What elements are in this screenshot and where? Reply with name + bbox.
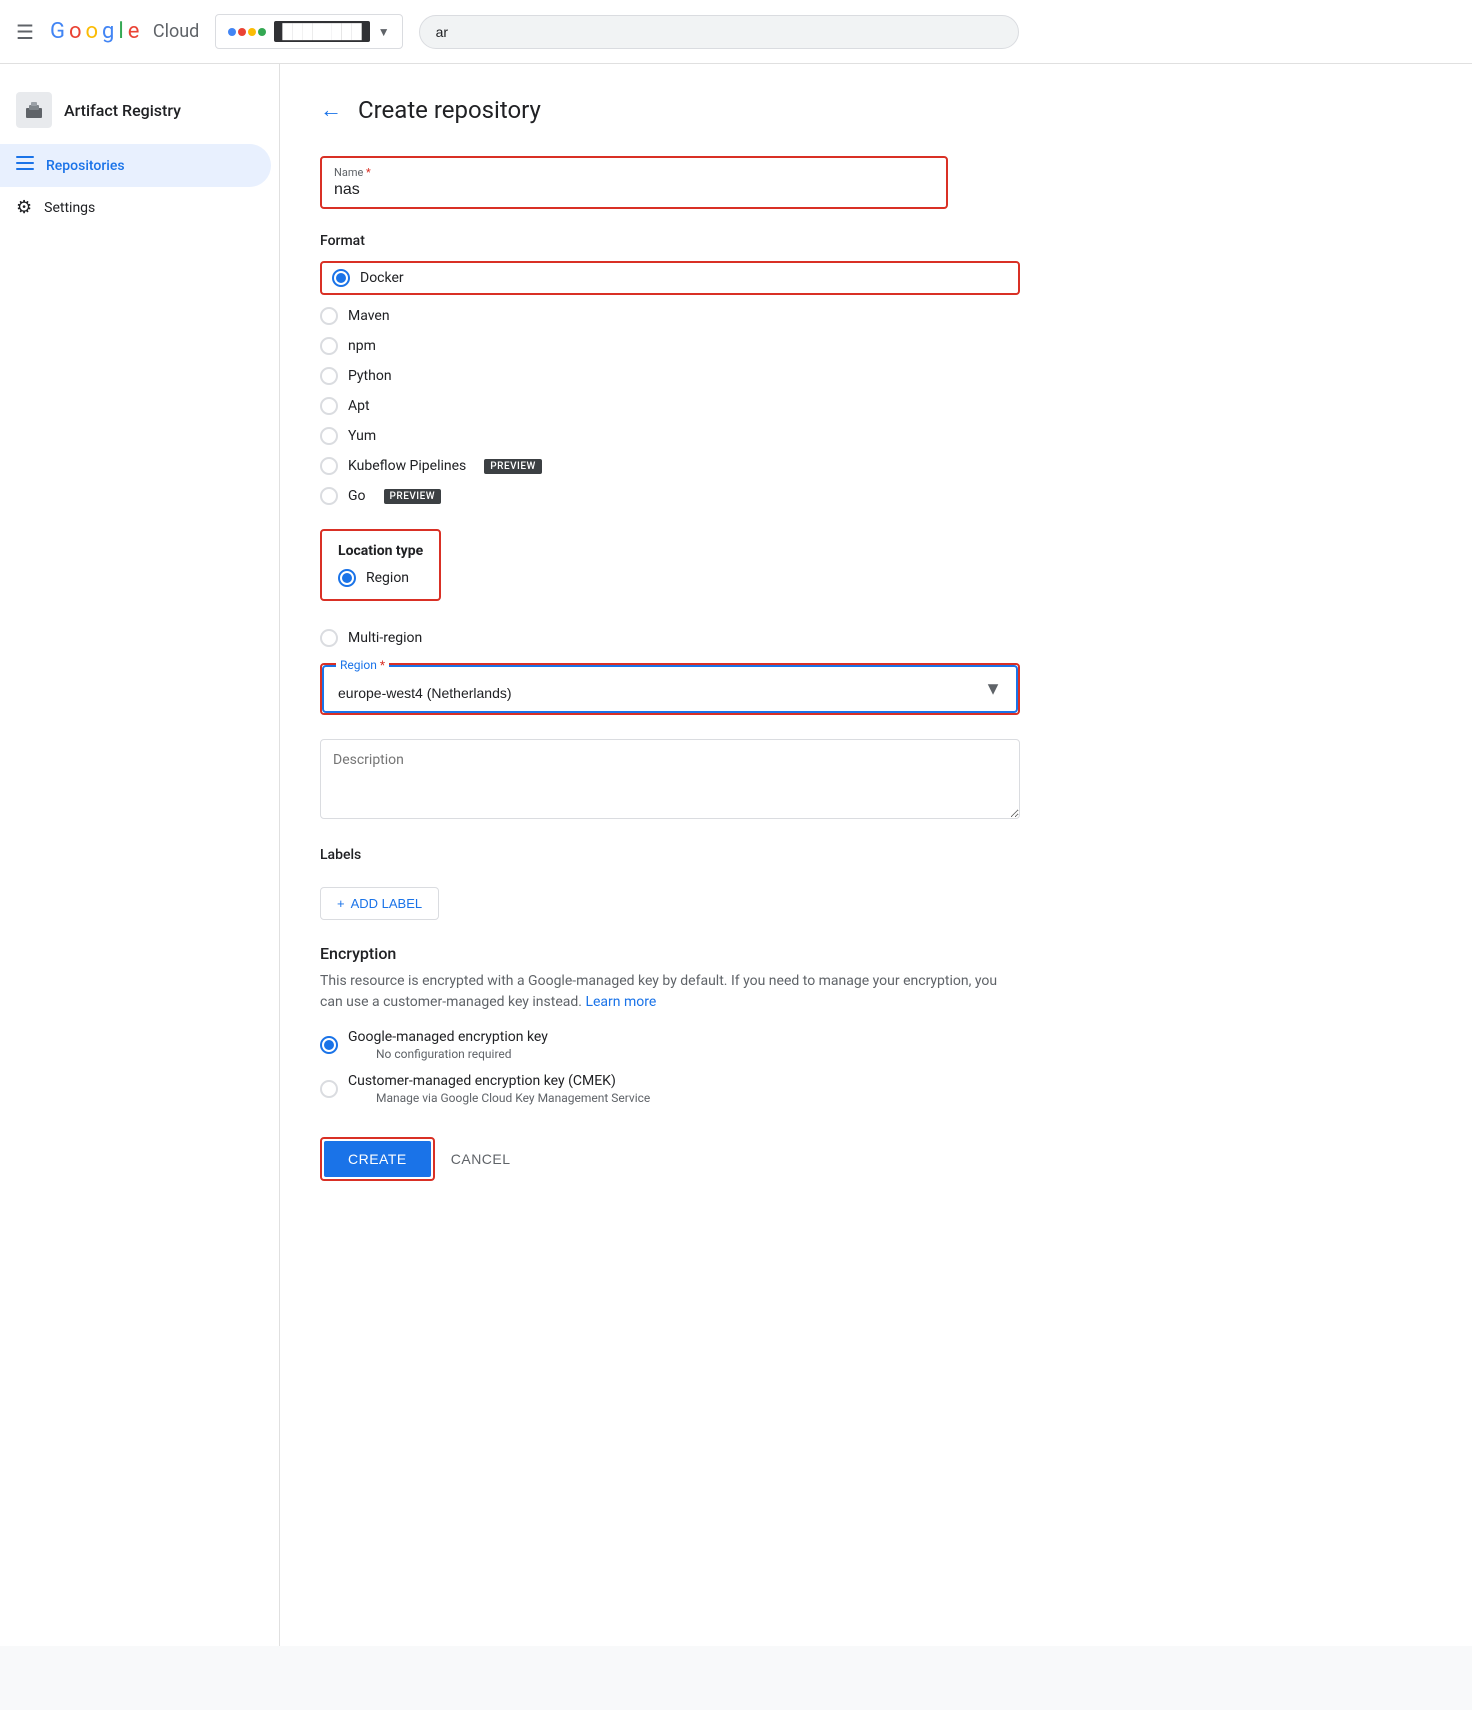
format-radio-group: Docker Maven npm Python [320,261,1020,505]
cmek-label: Customer-managed encryption key (CMEK) [348,1073,650,1089]
sidebar-title: Artifact Registry [64,101,181,120]
learn-more-link[interactable]: Learn more [585,994,656,1010]
sidebar-item-settings[interactable]: ⚙ Settings [0,187,271,228]
google-logo: Google Cloud [50,19,199,44]
repositories-icon [16,154,34,177]
labels-label: Labels [320,847,1020,863]
npm-label: npm [348,338,376,354]
cmek-radio [320,1080,338,1098]
region-select[interactable]: europe-west4 (Netherlands) us-central1 (… [324,667,1016,711]
docker-radio-circle [332,269,350,287]
project-name: ████████ [274,21,369,42]
region-select-container: Region * europe-west4 (Netherlands) us-c… [322,665,1018,713]
labels-section: Labels + ADD LABEL [320,847,1020,920]
location-type-title: Location type [338,543,423,559]
sidebar-item-repositories[interactable]: Repositories [0,144,271,187]
sidebar-settings-label: Settings [44,200,95,216]
main-content: ← Create repository Name * Format Docker [280,64,1472,1646]
create-button[interactable]: CREATE [324,1141,431,1177]
encryption-section: Encryption This resource is encrypted wi… [320,944,1020,1105]
name-field-label: Name * [334,166,934,179]
format-option-docker[interactable]: Docker [320,261,1020,295]
go-preview-badge: PREVIEW [384,489,442,504]
sidebar-header: Artifact Registry [0,80,279,144]
encryption-option-google[interactable]: Google-managed encryption key No configu… [320,1029,1020,1061]
format-label: Format [320,233,1020,249]
apt-label: Apt [348,398,370,414]
apt-radio-circle [320,397,338,415]
back-button[interactable]: ← [320,97,342,123]
add-label-plus-icon: + [337,896,345,911]
sidebar: Artifact Registry Repositories ⚙ Setting… [0,64,280,1646]
format-option-go[interactable]: Go PREVIEW [320,487,1020,505]
create-button-wrapper: CREATE [320,1137,435,1181]
region-wrapper: Region * europe-west4 (Netherlands) us-c… [320,663,1020,715]
name-field-wrapper: Name * [320,156,948,209]
encryption-title: Encryption [320,944,1020,963]
kubeflow-label: Kubeflow Pipelines [348,458,466,474]
project-selector[interactable]: ████████ ▼ [215,14,402,49]
project-dots [228,28,266,36]
dropdown-arrow-icon: ▼ [378,25,390,39]
topbar: ☰ Google Cloud ████████ ▼ [0,0,1472,64]
format-option-npm[interactable]: npm [320,337,1020,355]
page-title: Create repository [358,96,541,124]
kubeflow-radio-circle [320,457,338,475]
location-type-wrapper: Location type Region [320,529,441,601]
description-textarea[interactable] [320,739,1020,819]
name-input[interactable] [334,181,934,199]
region-radio-circle [338,569,356,587]
multiregion-label: Multi-region [348,630,422,646]
yum-radio-circle [320,427,338,445]
google-encryption-sub: No configuration required [376,1047,548,1061]
format-option-kubeflow[interactable]: Kubeflow Pipelines PREVIEW [320,457,1020,475]
kubeflow-preview-badge: PREVIEW [484,459,542,474]
encryption-description: This resource is encrypted with a Google… [320,971,1020,1013]
action-buttons: CREATE CANCEL [320,1137,1020,1181]
format-option-python[interactable]: Python [320,367,1020,385]
page-header: ← Create repository [320,96,1432,124]
maven-label: Maven [348,308,390,324]
region-label: Region [366,570,409,586]
search-input[interactable] [419,15,1019,49]
format-option-maven[interactable]: Maven [320,307,1020,325]
google-encryption-label: Google-managed encryption key [348,1029,548,1045]
format-section: Format Docker Maven npm [320,233,1020,505]
go-radio-circle [320,487,338,505]
location-region-option[interactable]: Region [338,569,423,587]
format-option-yum[interactable]: Yum [320,427,1020,445]
google-encryption-radio [320,1036,338,1054]
multiregion-radio-circle [320,629,338,647]
add-label-button[interactable]: + ADD LABEL [320,887,439,920]
cmek-sub: Manage via Google Cloud Key Management S… [376,1091,650,1105]
python-radio-circle [320,367,338,385]
go-label: Go [348,488,366,504]
cancel-button[interactable]: CANCEL [451,1151,511,1167]
layout: Artifact Registry Repositories ⚙ Setting… [0,64,1472,1646]
format-option-apt[interactable]: Apt [320,397,1020,415]
location-type-section: Location type Region Multi-region [320,529,1020,647]
add-label-text: ADD LABEL [351,896,423,911]
encryption-option-cmek[interactable]: Customer-managed encryption key (CMEK) M… [320,1073,1020,1105]
location-multiregion-option[interactable]: Multi-region [320,629,1020,647]
artifact-registry-icon [16,92,52,128]
yum-label: Yum [348,428,376,444]
region-field-label: Region * [336,658,389,672]
menu-icon[interactable]: ☰ [16,20,34,44]
npm-radio-circle [320,337,338,355]
sidebar-repositories-label: Repositories [46,158,125,174]
settings-icon: ⚙ [16,197,32,218]
docker-label: Docker [360,270,404,286]
python-label: Python [348,368,392,384]
maven-radio-circle [320,307,338,325]
create-repo-form: Name * Format Docker Maven [320,156,1020,1181]
